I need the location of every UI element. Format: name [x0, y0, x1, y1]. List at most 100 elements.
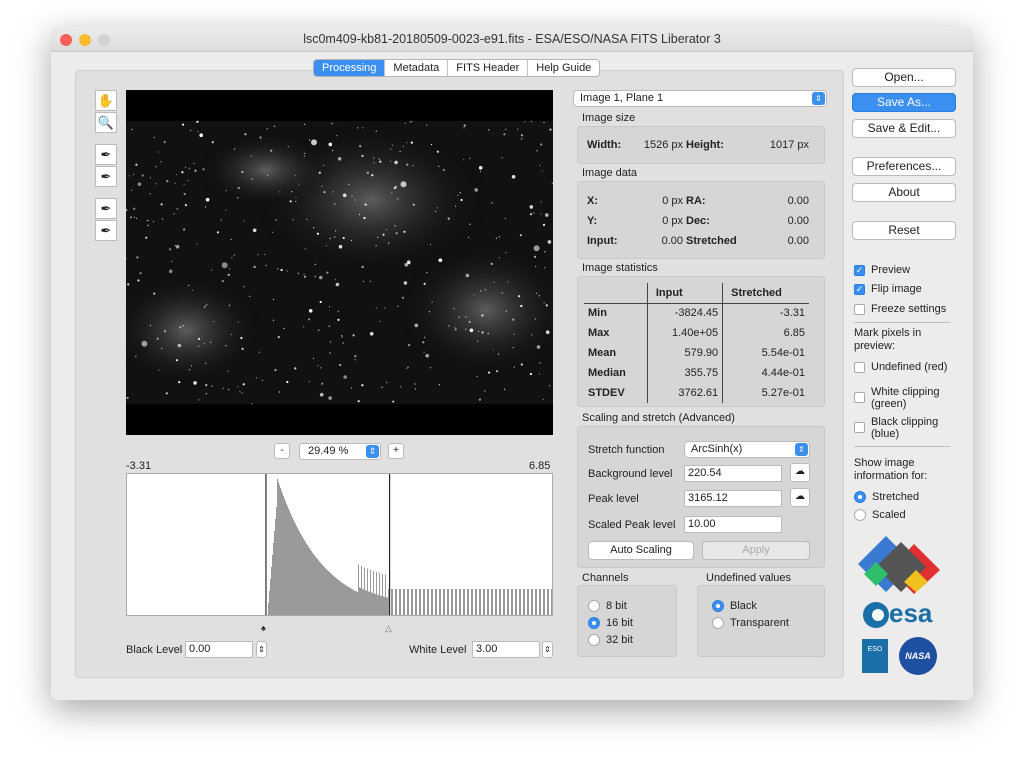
histogram-bar [318, 560, 319, 615]
histogram-bar [387, 597, 388, 615]
white-clipping-checkbox[interactable]: White clipping (green) [854, 386, 954, 410]
star [330, 341, 332, 343]
star [176, 174, 178, 176]
star [308, 309, 313, 313]
star [257, 254, 259, 256]
col-stretched-header: Stretched [722, 283, 809, 304]
star [436, 150, 439, 153]
radio-selected-icon [854, 491, 866, 503]
peak-pick-button[interactable]: ☁ [790, 488, 810, 507]
channel-32bit-radio[interactable]: 32 bit [588, 634, 633, 646]
star [205, 384, 208, 387]
save-as-button[interactable]: Save As... [852, 93, 956, 112]
zoom-tool-button[interactable]: 🔍 [95, 112, 117, 133]
tab-fits-header[interactable]: FITS Header [448, 60, 529, 76]
apply-button[interactable]: Apply [702, 541, 810, 560]
star [361, 384, 364, 387]
histogram-bar [467, 589, 468, 615]
histogram-bar [403, 589, 404, 615]
black-level-slider-handle[interactable]: ♠ [261, 623, 266, 633]
white-level-input[interactable]: 3.00 [472, 641, 540, 658]
star [188, 284, 190, 287]
pick-white-tool-button[interactable]: ✒ [95, 166, 117, 187]
black-level-stepper[interactable]: ⇕ [256, 641, 267, 658]
peak-level-input[interactable]: 3165.12 [684, 490, 782, 507]
channel-8bit-radio[interactable]: 8 bit [588, 600, 627, 612]
star [362, 127, 364, 129]
histogram-bar [296, 525, 297, 615]
image-preview[interactable] [106, 90, 576, 435]
histogram[interactable] [126, 473, 553, 616]
undefined-red-checkbox[interactable]: Undefined (red) [854, 361, 947, 373]
star [174, 244, 176, 247]
histogram-bar [476, 589, 477, 615]
star [481, 331, 484, 334]
scaled-radio[interactable]: Scaled [854, 509, 906, 521]
star [540, 213, 542, 215]
radio-icon [588, 634, 600, 646]
star [291, 191, 293, 193]
tab-metadata[interactable]: Metadata [385, 60, 449, 76]
histogram-bar [544, 589, 545, 615]
zoom-select[interactable]: 29.49 % ⇕ [299, 443, 381, 460]
background-level-input[interactable]: 220.54 [684, 465, 782, 482]
zoom-out-button[interactable]: - [274, 443, 290, 459]
pick-black-tool-button[interactable]: ✒ [95, 144, 117, 165]
star [221, 262, 228, 269]
histogram-bar [317, 559, 318, 615]
image-size-header: Image size [582, 112, 636, 124]
scaled-peak-level-input[interactable]: 10.00 [684, 516, 782, 533]
zoom-in-button[interactable]: + [388, 443, 404, 459]
radio-label: 8 bit [606, 600, 627, 612]
undefined-transparent-radio[interactable]: Transparent [712, 617, 789, 629]
undefined-values-header: Undefined values [706, 572, 792, 584]
tab-help-guide[interactable]: Help Guide [528, 60, 599, 76]
histogram-bar [298, 529, 299, 615]
reset-button[interactable]: Reset [852, 221, 956, 240]
star [343, 375, 347, 379]
star [400, 386, 402, 388]
black-clipping-checkbox[interactable]: Black clipping (blue) [854, 416, 954, 440]
undefined-black-radio[interactable]: Black [712, 600, 757, 612]
black-level-input[interactable]: 0.00 [185, 641, 253, 658]
stretch-function-select[interactable]: ArcSinh(x) ⇕ [684, 441, 810, 458]
esa-wordmark: esa [889, 598, 933, 628]
preferences-button[interactable]: Preferences... [852, 157, 956, 176]
auto-scaling-button[interactable]: Auto Scaling [588, 541, 694, 560]
background-pick-button[interactable]: ☁ [790, 463, 810, 482]
pick-background-tool-button[interactable]: ✒ [95, 198, 117, 219]
star [375, 307, 377, 309]
histogram-bar [435, 589, 436, 615]
stretched-radio[interactable]: Stretched [854, 491, 919, 503]
star [227, 273, 230, 276]
histogram-bar [496, 589, 497, 615]
histogram-bar [312, 552, 313, 615]
star [430, 143, 433, 146]
white-level-slider-handle[interactable]: △ [385, 623, 392, 634]
statistics-table: Input Stretched Min -3824.45 -3.31 Max 1.40e… [584, 283, 809, 403]
open-button[interactable]: Open... [852, 68, 956, 87]
flip-image-checkbox[interactable]: ✓ Flip image [854, 283, 922, 295]
about-button[interactable]: About [852, 183, 956, 202]
histogram-bar [431, 589, 432, 615]
star [182, 123, 185, 126]
preview-checkbox[interactable]: ✓ Preview [854, 264, 910, 276]
tab-processing[interactable]: Processing [314, 60, 386, 76]
hand-tool-button[interactable]: ✋ [95, 90, 117, 111]
save-edit-button[interactable]: Save & Edit... [852, 119, 956, 138]
pick-peak-tool-button[interactable]: ✒ [95, 220, 117, 241]
channel-16bit-radio[interactable]: 16 bit [588, 617, 633, 629]
histogram-bar [499, 589, 500, 615]
histogram-bar [404, 589, 405, 615]
star [342, 236, 345, 240]
white-level-stepper[interactable]: ⇕ [542, 641, 553, 658]
star [361, 154, 364, 157]
divider [854, 446, 950, 447]
star [377, 236, 379, 238]
star [545, 213, 549, 217]
histogram-bar [459, 589, 460, 615]
star [481, 314, 484, 317]
freeze-settings-checkbox[interactable]: Freeze settings [854, 303, 946, 315]
image-plane-select[interactable]: Image 1, Plane 1 ⇕ [573, 90, 827, 107]
star [230, 333, 232, 336]
